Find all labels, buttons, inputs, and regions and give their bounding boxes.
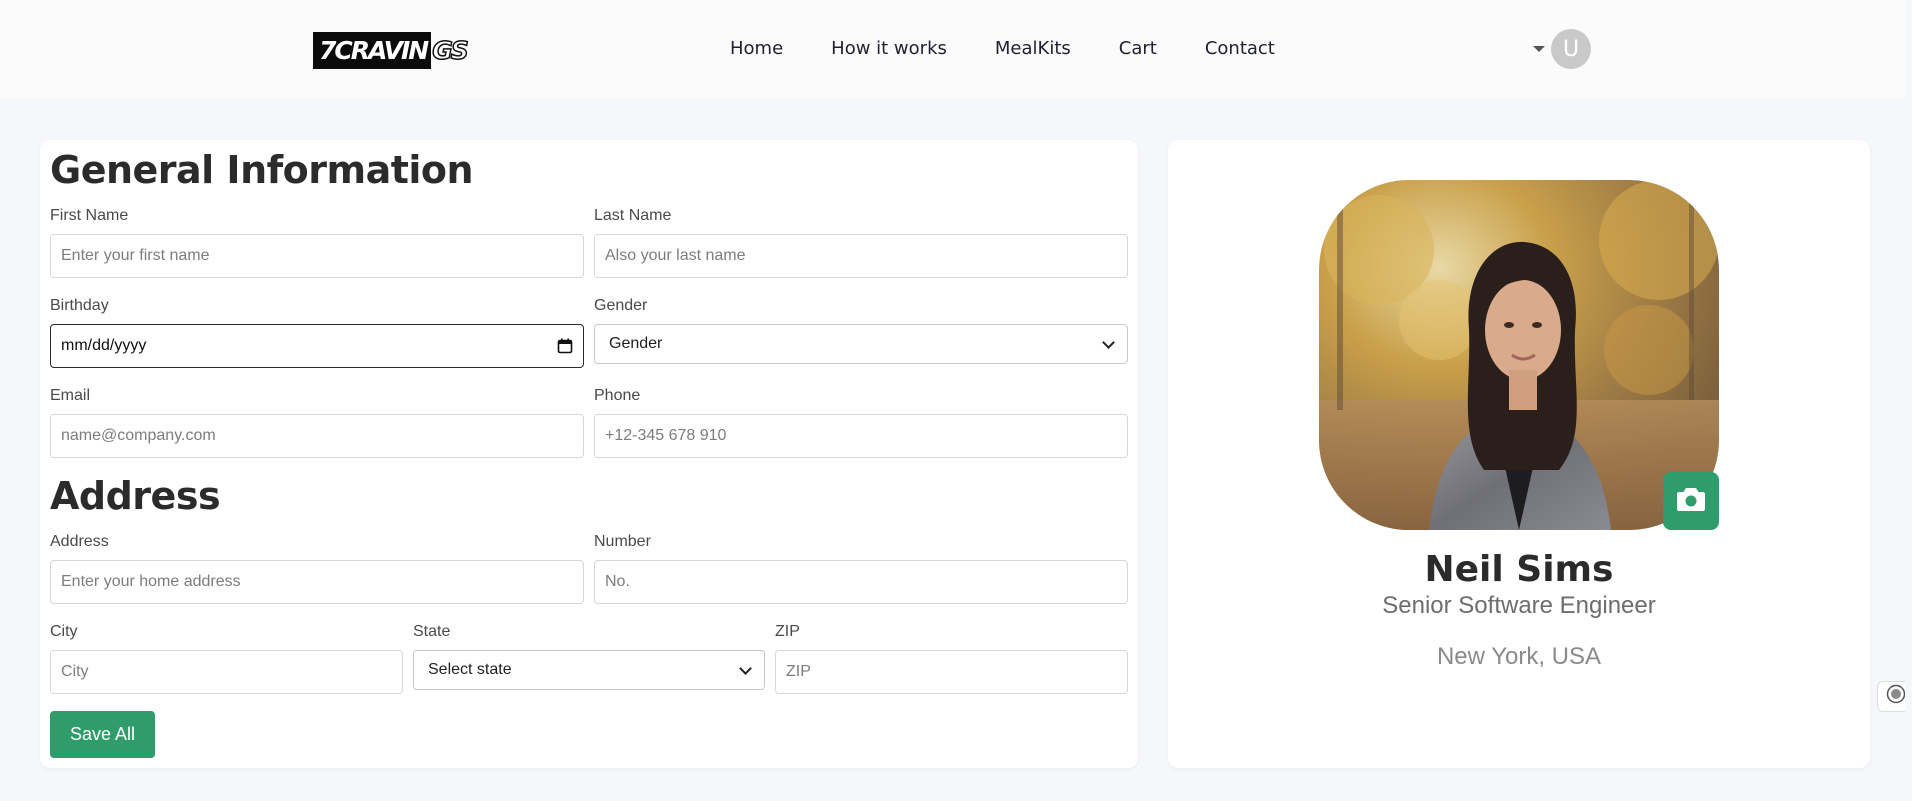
last-name-input[interactable]	[594, 234, 1128, 278]
save-all-button[interactable]: Save All	[50, 711, 155, 758]
gender-selected: Gender	[609, 335, 663, 352]
caret-down-icon[interactable]	[1533, 46, 1545, 52]
page-scrollbar[interactable]	[1905, 0, 1912, 801]
nav-how-it-works[interactable]: How it works	[831, 36, 947, 62]
address-label: Address	[50, 533, 109, 550]
email-label: Email	[50, 387, 91, 404]
nav-mealkits[interactable]: MealKits	[995, 36, 1071, 62]
profile-job-title: Senior Software Engineer	[1382, 592, 1656, 619]
chevron-down-icon	[1102, 335, 1115, 349]
first-name-label: First Name	[50, 207, 129, 224]
calendar-icon[interactable]	[557, 338, 573, 354]
number-input[interactable]	[594, 560, 1128, 604]
nav-cart[interactable]: Cart	[1119, 36, 1157, 62]
brand-logo[interactable]: 7CRAVIN GS	[313, 32, 469, 69]
logo-mark: 7CRAVIN	[313, 32, 432, 69]
phone-input[interactable]	[594, 414, 1128, 458]
zip-label: ZIP	[775, 623, 800, 640]
last-name-label: Last Name	[594, 207, 672, 224]
gender-select[interactable]: Gender	[594, 324, 1128, 364]
address-heading: Address	[50, 474, 221, 518]
birthday-input[interactable]: mm/dd/yyyy	[50, 324, 584, 368]
city-input[interactable]	[50, 650, 403, 694]
phone-label: Phone	[594, 387, 641, 404]
record-icon	[1886, 684, 1906, 709]
profile-name: Neil Sims	[1424, 549, 1614, 590]
change-photo-button[interactable]	[1663, 472, 1719, 530]
logo-tail: GS	[431, 35, 469, 66]
profile-photo	[1319, 180, 1719, 530]
first-name-input[interactable]	[50, 234, 584, 278]
chevron-down-icon	[739, 661, 752, 675]
state-selected: Select state	[428, 661, 512, 678]
general-info-heading: General Information	[50, 148, 474, 192]
top-navbar: 7CRAVIN GS Home How it works MealKits Ca…	[0, 0, 1912, 99]
nav-contact[interactable]: Contact	[1205, 36, 1275, 62]
city-label: City	[50, 623, 78, 640]
birthday-value: mm/dd/yyyy	[61, 337, 147, 354]
birthday-label: Birthday	[50, 297, 109, 314]
user-menu[interactable]: U	[1533, 29, 1591, 69]
email-input[interactable]	[50, 414, 584, 458]
number-label: Number	[594, 533, 651, 550]
main-nav: Home How it works MealKits Cart Contact	[730, 36, 1275, 62]
state-label: State	[413, 623, 451, 640]
address-input[interactable]	[50, 560, 584, 604]
camera-icon	[1676, 486, 1706, 517]
profile-location: New York, USA	[1436, 643, 1602, 670]
user-avatar[interactable]: U	[1551, 29, 1591, 69]
nav-home[interactable]: Home	[730, 36, 783, 62]
gender-label: Gender	[594, 297, 648, 314]
state-select[interactable]: Select state	[413, 650, 765, 690]
zip-input[interactable]	[775, 650, 1128, 694]
